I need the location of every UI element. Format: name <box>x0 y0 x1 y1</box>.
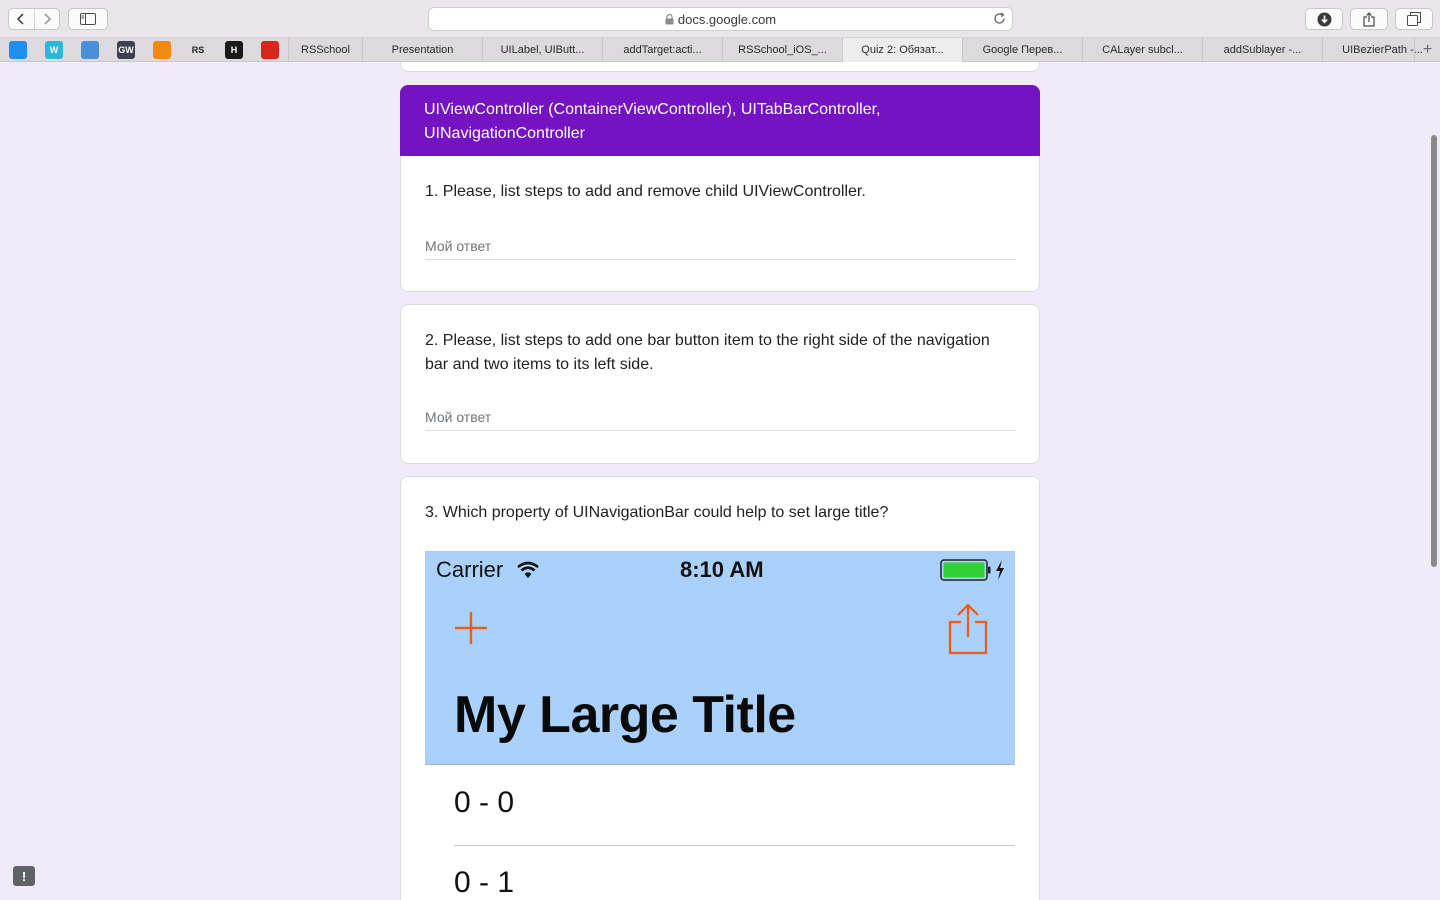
share-icon <box>1363 11 1375 27</box>
browser-tab[interactable]: CALayer subcl... <box>1082 38 1202 62</box>
tab-overview-button[interactable] <box>1395 8 1433 30</box>
address-bar[interactable]: docs.google.com <box>428 7 1013 31</box>
answer-input-2[interactable]: Мой ответ <box>425 401 1016 431</box>
browser-tab[interactable]: addTarget:acti... <box>602 38 722 62</box>
browser-tab[interactable]: addSublayer -... <box>1202 38 1322 62</box>
ios-navigation-bar: Carrier 8:10 AM My Large Title <box>425 551 1015 765</box>
browser-tab[interactable]: UILabel, UIButt... <box>482 38 602 62</box>
reload-button[interactable] <box>993 12 1006 30</box>
browser-tab[interactable]: RSSchool <box>288 38 362 62</box>
reload-icon <box>994 12 1005 24</box>
browser-tab[interactable]: Google Перев... <box>962 38 1082 62</box>
browser-tab[interactable]: Quiz 2: Обязат... <box>842 38 962 62</box>
app-store-icon[interactable] <box>9 41 27 59</box>
chevron-right-icon <box>44 13 51 25</box>
browser-tab[interactable]: RSSchool_iOS_... <box>722 38 842 62</box>
rs-icon[interactable]: RS <box>189 41 207 59</box>
row-separator <box>454 845 1015 846</box>
history-nav <box>8 8 60 30</box>
question-image: Carrier 8:10 AM My Large Title 0 - 0 0 -… <box>425 551 1015 900</box>
exclamation-icon: ! <box>21 868 27 884</box>
page-content: UIViewController (ContainerViewControlle… <box>0 62 1440 900</box>
browser-toolbar: docs.google.com <box>0 0 1440 38</box>
lock-icon <box>665 13 674 24</box>
previous-card <box>400 62 1040 72</box>
sidebar-button[interactable] <box>68 8 108 30</box>
share-action-icon <box>948 603 988 655</box>
status-time: 8:10 AM <box>680 557 764 582</box>
downloads-button[interactable] <box>1305 8 1343 30</box>
question-card-1: 1. Please, list steps to add and remove … <box>400 156 1040 292</box>
answer-input-1[interactable]: Мой ответ <box>425 230 1016 260</box>
add-icon <box>455 612 487 644</box>
forward-button[interactable] <box>33 9 60 29</box>
sidebar-icon <box>80 13 96 25</box>
download-icon <box>1317 12 1331 26</box>
tabs-icon <box>1407 12 1421 26</box>
battery-icon <box>940 559 1004 581</box>
section-title: UIViewController (ContainerViewControlle… <box>424 101 881 142</box>
answer-placeholder-2: Мой ответ <box>425 409 492 425</box>
table-row: 0 - 1 <box>454 866 515 899</box>
report-problem-button[interactable]: ! <box>13 866 35 886</box>
browser-tab[interactable]: Presentation <box>362 38 482 62</box>
chevron-left-icon <box>17 13 24 25</box>
cat-icon[interactable] <box>261 41 279 59</box>
share-button[interactable] <box>1350 8 1388 30</box>
table-row: 0 - 0 <box>454 786 515 819</box>
section-header: UIViewController (ContainerViewControlle… <box>400 85 1040 157</box>
question-card-2: 2. Please, list steps to add one bar but… <box>400 304 1040 464</box>
carrier-label: Carrier <box>436 557 504 582</box>
scrollbar-thumb[interactable] <box>1431 135 1437 567</box>
tab-bar: W GW RS H RSSchool Presentation UILabel, UIBut… <box>0 38 1440 62</box>
question-1-text: 1. Please, list steps to add and remove … <box>425 183 866 200</box>
wifi-icon <box>517 561 539 578</box>
question-card-3: 3. Which property of UINavigationBar cou… <box>400 476 1040 900</box>
back-button[interactable] <box>9 9 34 29</box>
pause-icon[interactable] <box>153 41 171 59</box>
answer-placeholder-1: Мой ответ <box>425 238 492 254</box>
url-text: docs.google.com <box>677 11 777 27</box>
gw-icon[interactable]: GW <box>117 41 135 59</box>
h-icon[interactable]: H <box>225 41 243 59</box>
question-2-text: 2. Please, list steps to add one bar but… <box>425 332 990 373</box>
w-icon[interactable]: W <box>45 41 63 59</box>
question-3-text: 3. Which property of UINavigationBar cou… <box>425 504 889 521</box>
large-title: My Large Title <box>454 686 796 744</box>
mail-icon[interactable] <box>81 41 99 59</box>
new-tab-button[interactable]: + <box>1414 38 1440 62</box>
